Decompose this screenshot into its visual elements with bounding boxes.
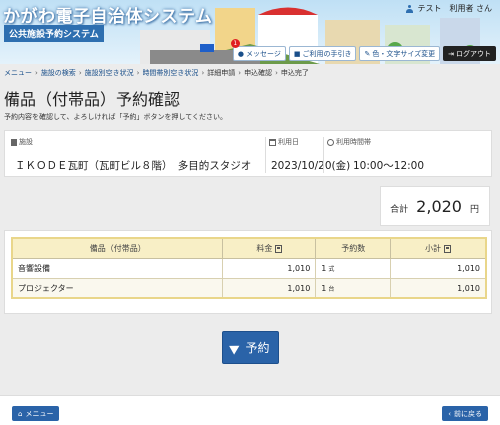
date-value: 2023/10/20(金): [271, 160, 351, 172]
pencil-icon: ✎: [364, 49, 371, 58]
equipment-subtotal: 1,010: [390, 278, 486, 299]
equipment-qty: 1式: [315, 258, 392, 279]
home-icon: ⌂: [18, 409, 23, 418]
qty-unit: 台: [328, 286, 335, 293]
total-label: 合計: [390, 204, 409, 215]
qty-value: 1: [321, 264, 327, 273]
equipment-name: 音響設備: [11, 258, 224, 279]
total-unit: 円: [469, 204, 479, 215]
user-name: テスト 利用者 さん: [417, 4, 492, 13]
book-icon: ■: [293, 49, 301, 58]
crumb-confirm: 申込確認: [244, 69, 273, 77]
equipment-subtotal: 1,010: [390, 258, 486, 279]
chat-icon: ●: [237, 49, 244, 58]
col-subtotal-text: 小計: [425, 244, 442, 253]
back-label: 前に戻る: [454, 409, 482, 418]
chevron-left-icon: ‹: [448, 409, 451, 418]
facility-label: 施設: [11, 137, 33, 147]
message-count-badge: 1: [230, 39, 240, 48]
header-buttons: 1 ● メッセージ ■ ご利用の手引き ✎ 色・文字サイズ変更 ⇥ ログアウト: [230, 39, 496, 61]
facility-value: ＩＫＯＤＥ瓦町（瓦町ビル８階） 多目的スタジオ: [15, 160, 252, 172]
equipment-qty: 1台: [315, 278, 392, 299]
page-title: 備品（付帯品）予約確認: [4, 90, 181, 109]
crumb-complete: 申込完了: [280, 69, 309, 77]
table-row: 音響設備 1,010 1式 1,010: [11, 258, 486, 279]
logout-button[interactable]: ⇥ ログアウト: [443, 46, 496, 61]
crumb-separator-icon: ›: [201, 69, 205, 77]
crumb-menu[interactable]: メニュー: [4, 68, 32, 78]
crumb-separator-icon: ›: [78, 69, 82, 77]
equipment-price: 1,010: [222, 258, 317, 279]
site-title: かがわ電子自治体システム: [3, 7, 213, 27]
qty-value: 1: [321, 284, 327, 293]
table-row: プロジェクター 1,010 1台 1,010: [11, 278, 486, 299]
time-value: 10:00～12:00: [353, 160, 425, 172]
col-price: 料金: [222, 238, 317, 259]
equipment-table-panel: 備品（付帯品） 料金 予約数 小計 音響設備 1,010 1式 1,010 プロ…: [4, 230, 492, 314]
col-price-text: 料金: [256, 244, 273, 253]
send-icon: [229, 340, 243, 355]
building-icon: [11, 138, 17, 146]
calendar-icon: [269, 138, 276, 146]
col-equipment: 備品（付帯品）: [11, 238, 224, 259]
time-label: 利用時間帯: [327, 137, 371, 147]
color-size-label: 色・文字サイズ変更: [372, 49, 436, 58]
logout-icon: ⇥: [448, 49, 454, 58]
crumb-time-availability[interactable]: 時間帯別空き状況: [142, 68, 198, 78]
crumb-separator-icon: ›: [35, 69, 38, 77]
sub-title: 公共施設予約システム: [4, 25, 104, 42]
qty-unit: 式: [328, 266, 335, 273]
back-button[interactable]: ‹ 前に戻る: [442, 406, 488, 421]
crumb-separator-icon: ›: [275, 69, 278, 77]
user-info: テスト 利用者 さん: [406, 3, 492, 14]
header: かがわ電子自治体システム 公共施設予約システム テスト 利用者 さん 1 ● メ…: [0, 0, 500, 64]
footer: ⌂ メニュー ‹ 前に戻る: [0, 395, 500, 425]
col-qty: 予約数: [315, 238, 392, 259]
calculator-icon: [275, 244, 283, 253]
user-icon: [406, 4, 414, 13]
message-label: メッセージ: [245, 49, 281, 58]
logout-label: ログアウト: [456, 49, 491, 58]
reserve-label: 予約: [245, 341, 270, 355]
guide-label: ご利用の手引き: [302, 49, 352, 58]
guide-button[interactable]: ■ ご利用の手引き: [288, 46, 357, 61]
total-value: 2,020: [416, 196, 462, 216]
breadcrumb: メニュー › 施設の検索 › 施設別空き状況 › 時間帯別空き状況 › 詳細申請 › 申込…: [0, 66, 500, 80]
menu-button[interactable]: ⌂ メニュー: [12, 406, 60, 421]
reserve-button[interactable]: 予約: [222, 331, 279, 364]
color-size-button[interactable]: ✎ 色・文字サイズ変更: [359, 46, 441, 61]
crumb-detail: 詳細申請: [207, 69, 236, 77]
equipment-price: 1,010: [222, 278, 317, 299]
date-label-text: 利用日: [278, 138, 299, 146]
total-box: 合計 2,020 円: [380, 186, 490, 226]
divider: [323, 137, 324, 173]
equipment-table: 備品（付帯品） 料金 予約数 小計 音響設備 1,010 1式 1,010 プロ…: [11, 238, 486, 299]
crumb-search[interactable]: 施設の検索: [41, 68, 76, 78]
crumb-separator-icon: ›: [136, 69, 140, 77]
facility-label-text: 施設: [19, 138, 33, 146]
reservation-info: 施設 ＩＫＯＤＥ瓦町（瓦町ビル８階） 多目的スタジオ 利用日 2023/10/2…: [4, 130, 492, 177]
message-button[interactable]: 1 ● メッセージ: [230, 39, 286, 61]
table-header-row: 備品（付帯品） 料金 予約数 小計: [11, 238, 486, 259]
date-label: 利用日: [269, 137, 299, 147]
divider: [265, 137, 266, 173]
time-label-text: 利用時間帯: [336, 138, 371, 146]
equipment-name: プロジェクター: [11, 278, 224, 299]
clock-icon: [327, 138, 334, 146]
col-subtotal: 小計: [390, 238, 486, 259]
crumb-facility-availability[interactable]: 施設別空き状況: [85, 68, 134, 78]
instruction-text: 予約内容を確認して、よろしければ「予約」ボタンを押してください。: [4, 113, 228, 121]
crumb-separator-icon: ›: [238, 69, 242, 77]
menu-label: メニュー: [25, 409, 54, 418]
calculator-icon: [444, 244, 452, 253]
